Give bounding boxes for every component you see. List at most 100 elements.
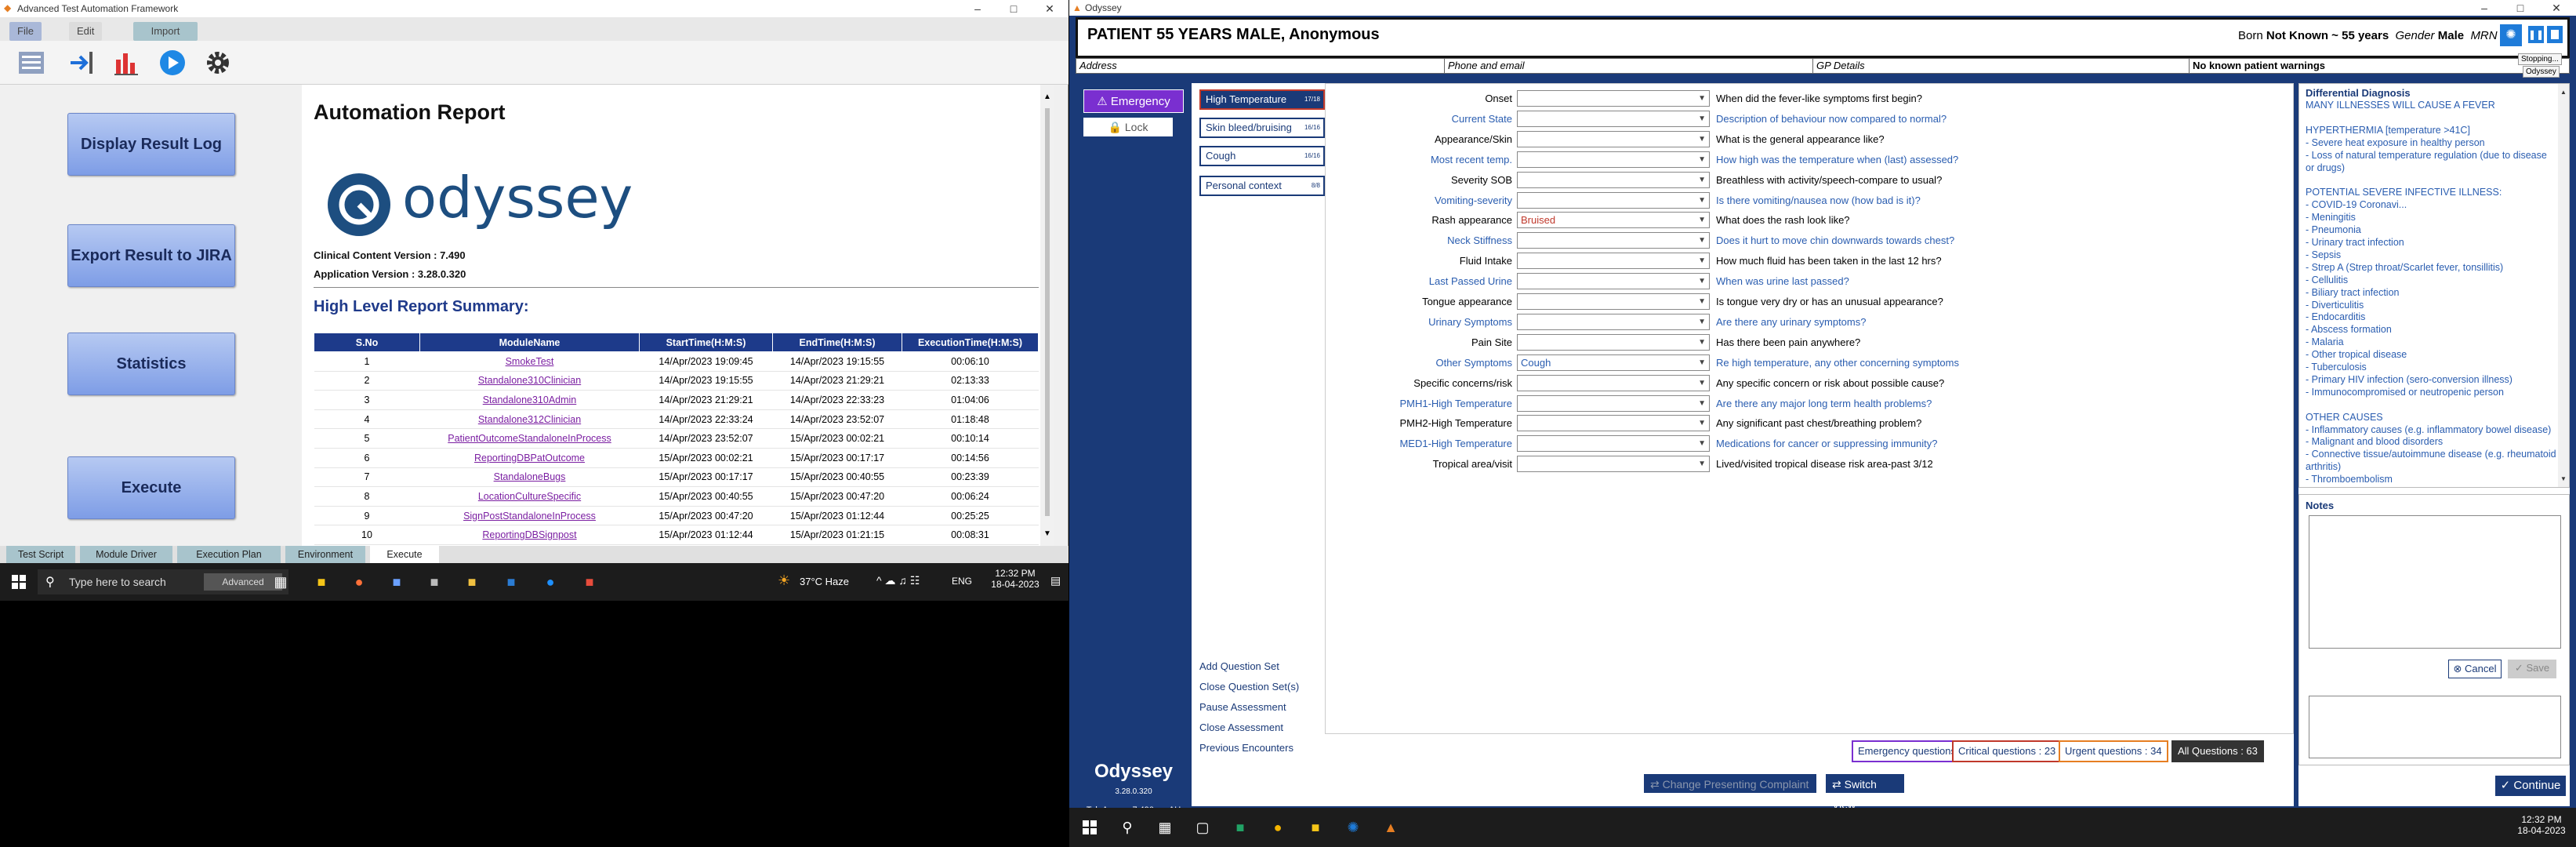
edge-icon[interactable]: ● [541,573,560,591]
play-icon[interactable] [157,47,188,78]
recorder-icon[interactable]: ✺ [2500,24,2522,46]
taskbar-search[interactable]: ⚲ Type here to search Advanced [38,569,288,594]
answer-dropdown[interactable]: ▼ [1517,232,1710,249]
excel-icon[interactable]: ■ [1231,818,1250,837]
emergency-button[interactable]: ⚠ Emergency [1083,89,1184,113]
close-icon[interactable]: ✕ [1032,0,1068,17]
pause-assessment-link[interactable]: Pause Assessment [1199,701,1286,713]
report-scrollbar[interactable]: ▲ ▼ [1040,85,1054,546]
answer-dropdown[interactable]: ▼ [1517,394,1710,412]
search-icon[interactable]: ⚲ [1118,818,1137,837]
windows-start-icon[interactable] [9,573,28,591]
answer-dropdown[interactable]: ▼ [1517,171,1710,188]
app-icon-1[interactable]: ■ [387,573,406,591]
count-badge[interactable]: Urgent questions : 34 [2059,740,2168,762]
gp-details-cell[interactable]: GP Details [1813,59,2190,73]
scroll-thumb[interactable] [1045,108,1050,516]
address-cell[interactable]: Address [1076,59,1445,73]
clock[interactable]: 12:32 PM 18-04-2023 [2510,814,2573,836]
task-view-icon[interactable]: ▦ [1156,818,1174,837]
answer-dropdown[interactable]: ▼ [1517,415,1710,432]
cancel-button[interactable]: ⊗ Cancel [2448,660,2502,678]
module-link[interactable]: ReportingDBSignpost [419,525,640,545]
menu-file[interactable]: File [9,22,42,41]
count-badge[interactable]: All Questions : 63 [2171,740,2264,762]
app-icon-2[interactable]: ■ [425,573,444,591]
export-result-jira-button[interactable]: Export Result to JIRA [67,224,235,287]
switch-view-button[interactable]: ⇄ Switch View [1825,773,1905,811]
answer-dropdown[interactable]: Cough ▼ [1517,354,1710,371]
task-view-icon[interactable]: ▦ [271,573,290,591]
diff-scrollbar[interactable]: ▲ ▼ [2558,84,2569,487]
lock-button[interactable]: 🔒 Lock [1083,118,1173,136]
gear-icon[interactable] [202,47,234,78]
tray-icons[interactable]: ^ ☁ ♫ ☷ [876,574,920,587]
module-link[interactable]: SignPostStandaloneInProcess [419,506,640,526]
continue-button[interactable]: ✓ Continue [2494,775,2567,797]
odyssey-taskbar-icon[interactable]: ✺ [1344,818,1362,837]
statistics-button[interactable]: Statistics [67,333,235,395]
scroll-up-icon[interactable]: ▲ [1043,93,1051,101]
save-button[interactable]: ✓ Save [2508,660,2556,678]
tab-module-driver[interactable]: Module Driver [80,546,172,563]
answer-dropdown[interactable]: ▼ [1517,90,1710,107]
answer-dropdown[interactable]: ▼ [1517,273,1710,290]
answer-dropdown[interactable]: ▼ [1517,253,1710,270]
outlook-icon[interactable]: ■ [502,573,521,591]
chrome-icon[interactable]: ● [1268,818,1287,837]
close-icon[interactable]: ✕ [2538,0,2574,16]
answer-dropdown[interactable]: ▼ [1517,456,1710,473]
pause-icon[interactable]: ❚❚ [2528,26,2544,43]
tab-execute[interactable]: Execute [370,546,439,563]
answer-dropdown[interactable]: ▼ [1517,293,1710,310]
module-link[interactable]: ReportingDBPatOutcome [419,448,640,468]
notes-secondary-box[interactable] [2309,696,2561,758]
close-assessment-link[interactable]: Close Assessment [1199,722,1283,733]
question-set-high-temperature[interactable]: High Temperature 17/18 [1199,89,1325,110]
answer-dropdown[interactable]: ▼ [1517,435,1710,453]
notes-textarea[interactable] [2309,515,2561,649]
scroll-down-icon[interactable]: ▼ [2560,475,2567,482]
answer-dropdown[interactable]: ▼ [1517,130,1710,147]
phone-email-cell[interactable]: Phone and email [1445,59,1813,73]
answer-dropdown[interactable]: ▼ [1517,313,1710,330]
answer-dropdown[interactable]: Bruised ▼ [1517,212,1710,229]
app-icon-4[interactable]: ■ [580,573,599,591]
previous-encounters-link[interactable]: Previous Encounters [1199,742,1293,754]
scroll-down-icon[interactable]: ▼ [1043,529,1051,538]
answer-dropdown[interactable]: ▼ [1517,151,1710,168]
maximize-icon[interactable]: □ [2502,0,2538,16]
notepad-icon[interactable]: ▢ [1193,818,1212,837]
minimize-icon[interactable]: – [960,0,996,17]
question-set-cough[interactable]: Cough 16/16 [1199,146,1325,166]
file-explorer-icon[interactable]: ■ [312,573,331,591]
module-link[interactable]: LocationCultureSpecific [419,486,640,507]
clock[interactable]: 12:32 PM 18-04-2023 [984,568,1047,590]
module-link[interactable]: SmokeTest [419,351,640,372]
automation-taskbar-icon[interactable]: ▲ [1381,818,1400,837]
windows-start-icon[interactable] [1080,818,1099,837]
import-arrow-icon[interactable] [66,47,97,78]
module-link[interactable]: Standalone310Clinician [419,371,640,391]
module-link[interactable]: StandaloneBugs [419,467,640,488]
display-result-log-button[interactable]: Display Result Log [67,113,235,176]
close-question-set-link[interactable]: Close Question Set(s) [1199,681,1299,693]
list-icon[interactable] [16,47,47,78]
execute-button[interactable]: Execute [67,456,235,519]
answer-dropdown[interactable]: ▼ [1517,191,1710,209]
change-complaint-button[interactable]: ⇄ Change Presenting Complaint [1643,773,1817,794]
stop-icon[interactable] [2547,26,2563,43]
answer-dropdown[interactable]: ▼ [1517,333,1710,351]
menu-import[interactable]: Import [133,22,198,41]
language[interactable]: ENG [952,576,972,587]
minimize-icon[interactable]: – [2466,0,2502,16]
answer-dropdown[interactable]: ▼ [1517,110,1710,127]
statistics-chart-icon[interactable] [111,47,143,78]
module-link[interactable]: Standalone310Admin [419,390,640,410]
menu-edit[interactable]: Edit [69,22,103,41]
count-badge[interactable]: Critical questions : 23 [1952,740,2063,762]
app-icon-3[interactable]: ■ [463,573,481,591]
scroll-up-icon[interactable]: ▲ [2560,89,2567,96]
tab-test-script[interactable]: Test Script [6,546,75,563]
tab-execution-plan[interactable]: Execution Plan [177,546,281,563]
